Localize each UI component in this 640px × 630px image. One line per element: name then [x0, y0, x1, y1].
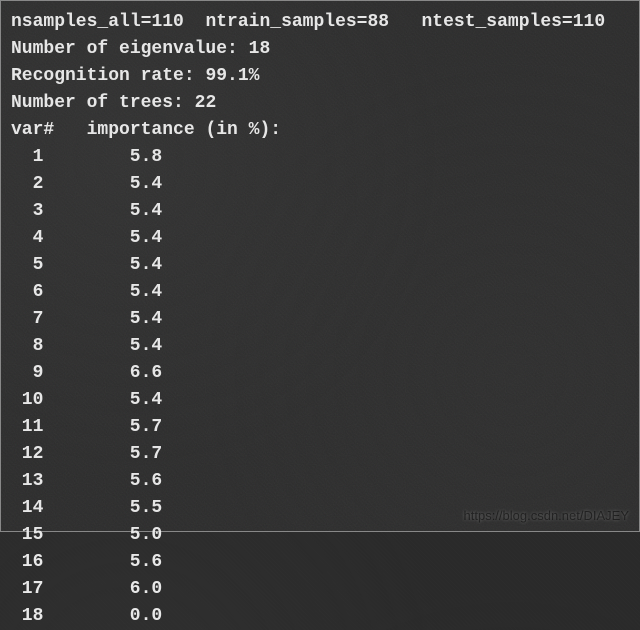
recognition-line: Recognition rate: 99.1% [11, 63, 629, 90]
ntrain-samples-value: 88 [367, 12, 389, 32]
recognition-label: Recognition rate: [11, 66, 205, 86]
var-number: 11 [11, 414, 43, 441]
var-number: 4 [11, 225, 43, 252]
trees-label: Number of trees: [11, 93, 195, 113]
importance-value: 5.4 [43, 171, 162, 198]
importance-value: 5.7 [43, 414, 162, 441]
table-row: 15.8 [11, 144, 629, 171]
trees-value: 22 [195, 93, 217, 113]
importance-value: 5.4 [43, 225, 162, 252]
table-row: 165.6 [11, 549, 629, 576]
header-stats-line: nsamples_all=110 ntrain_samples=88 ntest… [11, 9, 629, 36]
table-header-var: var# [11, 120, 54, 140]
nsamples-all-value: 110 [151, 12, 183, 32]
nsamples-all-label: nsamples_all= [11, 12, 151, 32]
var-number: 3 [11, 198, 43, 225]
importance-value: 5.6 [43, 549, 162, 576]
var-number: 7 [11, 306, 43, 333]
importance-value: 0.0 [43, 603, 162, 630]
var-number: 8 [11, 333, 43, 360]
importance-value: 5.4 [43, 333, 162, 360]
importance-value: 5.7 [43, 441, 162, 468]
table-row: 35.4 [11, 198, 629, 225]
table-row: 115.7 [11, 414, 629, 441]
var-number: 10 [11, 387, 43, 414]
var-number: 1 [11, 144, 43, 171]
table-row: 55.4 [11, 252, 629, 279]
var-number: 2 [11, 171, 43, 198]
table-header: var# importance (in %): [11, 117, 629, 144]
table-row: 125.7 [11, 441, 629, 468]
var-number: 17 [11, 576, 43, 603]
importance-value: 5.4 [43, 252, 162, 279]
table-row: 25.4 [11, 171, 629, 198]
table-row: 85.4 [11, 333, 629, 360]
table-header-importance: importance (in %): [87, 120, 281, 140]
table-row: 45.4 [11, 225, 629, 252]
ntest-samples-label: ntest_samples= [422, 12, 573, 32]
importance-value: 5.6 [43, 468, 162, 495]
var-number: 9 [11, 360, 43, 387]
importance-value: 5.5 [43, 495, 162, 522]
table-row: 96.6 [11, 360, 629, 387]
eigenvalue-value: 18 [249, 39, 271, 59]
var-number: 12 [11, 441, 43, 468]
table-row: 180.0 [11, 603, 629, 630]
ntrain-samples-label: ntrain_samples= [205, 12, 367, 32]
trees-line: Number of trees: 22 [11, 90, 629, 117]
var-number: 14 [11, 495, 43, 522]
importance-value: 5.4 [43, 279, 162, 306]
table-row: 155.0 [11, 522, 629, 549]
ntest-samples-value: 110 [573, 12, 605, 32]
table-row: 105.4 [11, 387, 629, 414]
eigenvalue-line: Number of eigenvalue: 18 [11, 36, 629, 63]
importance-table: 15.825.435.445.455.465.475.485.496.6105.… [11, 144, 629, 630]
var-number: 5 [11, 252, 43, 279]
eigenvalue-label: Number of eigenvalue: [11, 39, 249, 59]
table-row: 65.4 [11, 279, 629, 306]
importance-value: 5.4 [43, 306, 162, 333]
importance-value: 5.4 [43, 387, 162, 414]
table-row: 135.6 [11, 468, 629, 495]
recognition-value: 99.1% [205, 66, 259, 86]
watermark-text: https://blog.csdn.net/DIAJEY [464, 506, 629, 526]
var-number: 6 [11, 279, 43, 306]
importance-value: 5.8 [43, 144, 162, 171]
var-number: 16 [11, 549, 43, 576]
table-row: 176.0 [11, 576, 629, 603]
importance-value: 6.6 [43, 360, 162, 387]
table-row: 75.4 [11, 306, 629, 333]
var-number: 18 [11, 603, 43, 630]
importance-value: 5.4 [43, 198, 162, 225]
var-number: 15 [11, 522, 43, 549]
importance-value: 6.0 [43, 576, 162, 603]
importance-value: 5.0 [43, 522, 162, 549]
var-number: 13 [11, 468, 43, 495]
